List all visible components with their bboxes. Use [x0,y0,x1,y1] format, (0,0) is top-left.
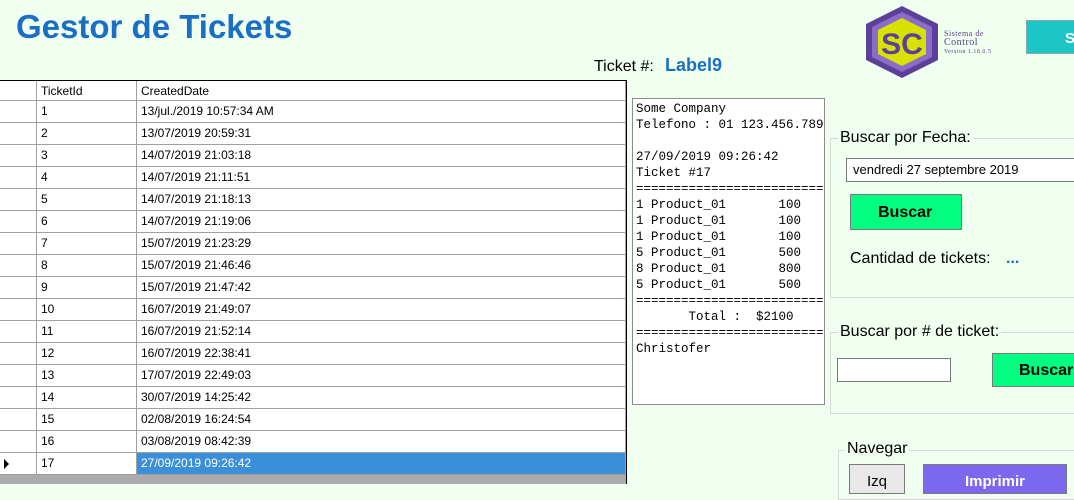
app-title: Gestor de Tickets [16,8,293,45]
table-row[interactable]: 16 03/08/2019 08:42:39 [0,431,626,453]
logo-caption: Sistema de Control Version 1.18.0.5 [944,30,991,56]
cell-ticketid[interactable]: 15 [37,409,137,431]
table-row[interactable]: 2 13/07/2019 20:59:31 [0,123,626,145]
row-header[interactable] [0,431,37,453]
search-by-number-label: Buscar por # de ticket: [838,323,1002,341]
column-header-createddate[interactable]: CreatedDate [137,81,626,101]
table-row[interactable]: 6 14/07/2019 21:19:06 [0,211,626,233]
cell-createddate[interactable]: 13/07/2019 20:59:31 [137,123,626,145]
cell-createddate[interactable]: 15/07/2019 21:23:29 [137,233,626,255]
cell-createddate[interactable]: 27/09/2019 09:26:42 [137,453,626,475]
cell-ticketid[interactable]: 17 [37,453,137,475]
cell-createddate[interactable]: 16/07/2019 22:38:41 [137,343,626,365]
cell-ticketid[interactable]: 6 [37,211,137,233]
cell-createddate[interactable]: 14/07/2019 21:19:06 [137,211,626,233]
previous-button[interactable]: Izq [849,464,905,494]
search-by-date-label: Buscar por Fecha: [838,129,973,147]
table-row[interactable]: 1 13/jul./2019 10:57:34 AM [0,101,626,123]
table-row[interactable]: 9 15/07/2019 21:47:42 [0,277,626,299]
row-header[interactable] [0,189,37,211]
table-row[interactable]: 12 16/07/2019 22:38:41 [0,343,626,365]
table-row[interactable]: 17 27/09/2019 09:26:42 [0,453,626,475]
cell-createddate[interactable]: 03/08/2019 08:42:39 [137,431,626,453]
grid-header: TicketId CreatedDate [0,81,626,103]
ticket-number-value: Label9 [665,55,723,75]
row-header[interactable] [0,123,37,145]
table-row[interactable]: 3 14/07/2019 21:03:18 [0,145,626,167]
receipt-text: Some Company Telefono : 01 123.456.789 2… [636,102,825,356]
logo-line: Version 1.18.0.5 [944,49,992,55]
logo-icon: SC [862,4,942,80]
current-row-arrow-icon [4,459,9,469]
cell-ticketid[interactable]: 8 [37,255,137,277]
cell-ticketid[interactable]: 9 [37,277,137,299]
cell-ticketid[interactable]: 4 [37,167,137,189]
table-row[interactable]: 4 14/07/2019 21:11:51 [0,167,626,189]
cell-ticketid[interactable]: 7 [37,233,137,255]
cell-createddate[interactable]: 14/07/2019 21:11:51 [137,167,626,189]
table-row[interactable]: 10 16/07/2019 21:49:07 [0,299,626,321]
row-header[interactable] [0,299,37,321]
row-header[interactable] [0,145,37,167]
logo-letters: SC [881,28,923,61]
cell-ticketid[interactable]: 11 [37,321,137,343]
cell-createddate[interactable]: 16/07/2019 21:52:14 [137,321,626,343]
table-row[interactable]: 8 15/07/2019 21:46:46 [0,255,626,277]
table-row[interactable]: 11 16/07/2019 21:52:14 [0,321,626,343]
row-header[interactable] [0,343,37,365]
ticket-number-input[interactable] [837,358,951,382]
top-right-button[interactable]: S [1026,20,1074,54]
search-number-button-label: Buscar [1019,362,1074,379]
column-header-ticketid[interactable]: TicketId [37,81,137,101]
search-date-button-label: Buscar [878,204,933,221]
receipt-preview: Some Company Telefono : 01 123.456.789 2… [632,98,825,405]
row-header-corner[interactable] [0,81,37,101]
logo-line: Control [944,37,979,48]
cell-createddate[interactable]: 14/07/2019 21:03:18 [137,145,626,167]
table-row[interactable]: 14 30/07/2019 14:25:42 [0,387,626,409]
ticket-count-value: ... [1006,250,1020,267]
cell-createddate[interactable]: 17/07/2019 22:49:03 [137,365,626,387]
cell-createddate[interactable]: 16/07/2019 21:49:07 [137,299,626,321]
row-header[interactable] [0,211,37,233]
row-header[interactable] [0,233,37,255]
tickets-grid[interactable]: TicketId CreatedDate 1 13/jul./2019 10:57… [0,80,627,484]
cell-createddate[interactable]: 30/07/2019 14:25:42 [137,387,626,409]
ticket-number-label: Ticket #: [594,58,654,75]
navigate-label: Navegar [845,440,910,458]
cell-createddate[interactable]: 15/07/2019 21:46:46 [137,255,626,277]
ticket-count-label: Cantidad de tickets: [850,250,991,267]
row-header[interactable] [0,167,37,189]
row-header[interactable] [0,101,37,123]
table-row[interactable]: 13 17/07/2019 22:49:03 [0,365,626,387]
search-date-button[interactable]: Buscar [850,194,962,230]
cell-createddate[interactable]: 13/jul./2019 10:57:34 AM [137,101,626,123]
cell-ticketid[interactable]: 13 [37,365,137,387]
table-row[interactable]: 5 14/07/2019 21:18:13 [0,189,626,211]
cell-ticketid[interactable]: 12 [37,343,137,365]
table-row[interactable]: 7 15/07/2019 21:23:29 [0,233,626,255]
row-header[interactable] [0,255,37,277]
cell-ticketid[interactable]: 2 [37,123,137,145]
print-button[interactable]: Imprimir [923,464,1067,494]
cell-createddate[interactable]: 15/07/2019 21:47:42 [137,277,626,299]
search-number-button[interactable]: Buscar [992,353,1074,387]
row-header[interactable] [0,365,37,387]
cell-ticketid[interactable]: 10 [37,299,137,321]
cell-createddate[interactable]: 02/08/2019 16:24:54 [137,409,626,431]
row-header[interactable] [0,321,37,343]
cell-ticketid[interactable]: 1 [37,101,137,123]
row-header[interactable] [0,277,37,299]
cell-createddate[interactable]: 14/07/2019 21:18:13 [137,189,626,211]
cell-ticketid[interactable]: 14 [37,387,137,409]
row-header[interactable] [0,453,37,475]
cell-ticketid[interactable]: 5 [37,189,137,211]
cell-ticketid[interactable]: 3 [37,145,137,167]
date-picker[interactable]: vendredi 27 septembre 2019 [846,158,1074,182]
row-header[interactable] [0,409,37,431]
row-header[interactable] [0,387,37,409]
table-row[interactable]: 15 02/08/2019 16:24:54 [0,409,626,431]
cell-ticketid[interactable]: 16 [37,431,137,453]
